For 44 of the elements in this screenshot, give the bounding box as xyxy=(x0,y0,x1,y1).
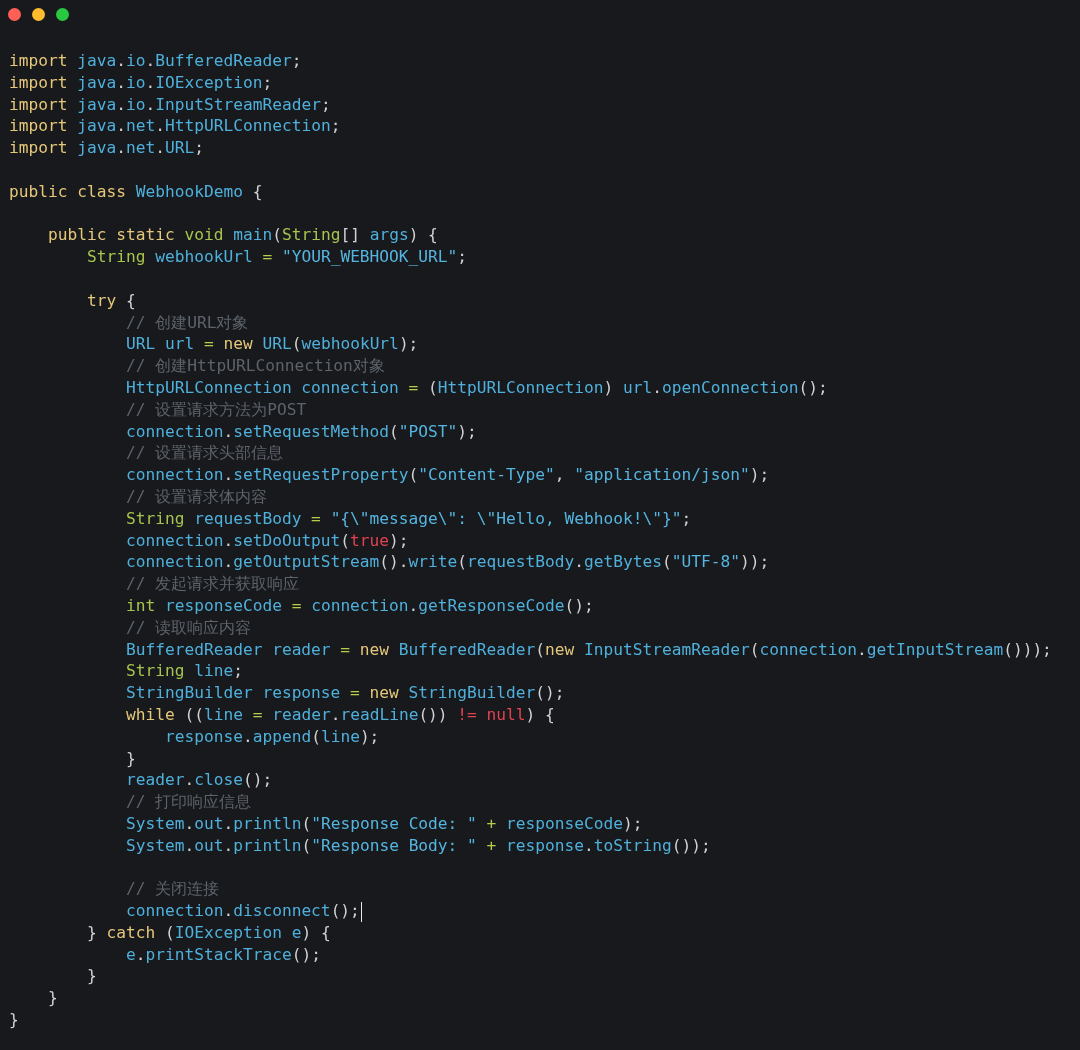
code-line: BufferedReader reader = new BufferedReader(new InputStreamReader(connection.getInputStream())); xyxy=(124,638,1052,661)
code-line: // 关闭连接 xyxy=(124,878,220,901)
code-line: } xyxy=(46,987,58,1010)
code-line: while ((line = reader.readLine()) != null) { xyxy=(124,703,555,726)
code-line: } xyxy=(85,965,97,988)
code-line: public class WebhookDemo { xyxy=(9,180,263,203)
code-line: int responseCode = connection.getResponseCode(); xyxy=(124,594,594,617)
code-line: } xyxy=(124,747,136,770)
code-line: // 发起请求并获取响应 xyxy=(124,573,300,595)
code-line: connection.setRequestMethod("POST"); xyxy=(124,420,477,443)
code-line: System.out.println("Response Body: " + response.toString()); xyxy=(124,834,711,857)
code-line: response.append(line); xyxy=(163,725,380,748)
minimize-button[interactable] xyxy=(32,8,45,21)
code-line: String line; xyxy=(124,660,243,683)
code-line: HttpURLConnection connection = (HttpURLConnection) url.openConnection(); xyxy=(124,376,828,399)
code-line: e.printStackTrace(); xyxy=(124,943,321,966)
code-line: connection.setRequestProperty("Content-Type", "application/json"); xyxy=(124,464,770,486)
code-line: import java.io.BufferedReader; xyxy=(9,50,302,72)
zoom-button[interactable] xyxy=(56,8,69,21)
code-line: try { xyxy=(85,289,136,312)
code-line: System.out.println("Response Code: " + responseCode); xyxy=(124,812,643,835)
code-line: import java.io.InputStreamReader; xyxy=(9,93,331,116)
code-line: import java.io.IOException; xyxy=(9,71,273,94)
code-line: // 创建URL对象 xyxy=(124,311,249,334)
code-line: // 设置请求体内容 xyxy=(124,485,268,508)
code-line: StringBuilder response = new StringBuilder(); xyxy=(124,682,565,704)
code-line: URL url = new URL(webhookUrl); xyxy=(124,333,419,356)
code-line: String webhookUrl = "YOUR_WEBHOOK_URL"; xyxy=(85,246,468,268)
code-line: import java.net.HttpURLConnection; xyxy=(9,115,341,138)
code-line: import java.net.URL; xyxy=(9,137,204,159)
close-button[interactable] xyxy=(8,8,21,21)
code-line: } catch (IOException e) { xyxy=(85,921,331,944)
code-line: // 设置请求头部信息 xyxy=(124,442,284,465)
code-line: connection.setDoOutput(true); xyxy=(124,529,409,552)
code-line: connection.disconnect(); xyxy=(9,900,363,922)
code-line: // 创建HttpURLConnection对象 xyxy=(124,355,385,377)
code-line: // 设置请求方法为POST xyxy=(124,398,307,421)
code-line: } xyxy=(9,1009,19,1031)
code-line: public static void main(String[] args) { xyxy=(46,224,438,247)
code-line: // 打印响应信息 xyxy=(124,791,252,813)
code-line: String requestBody = "{\"message\": \"Hello, Webhook!\"}"; xyxy=(124,507,692,530)
code-line: reader.close(); xyxy=(124,769,273,792)
code-line: // 读取响应内容 xyxy=(124,616,252,639)
code-line: connection.getOutputStream().write(requestBody.getBytes("UTF-8")); xyxy=(124,551,770,574)
